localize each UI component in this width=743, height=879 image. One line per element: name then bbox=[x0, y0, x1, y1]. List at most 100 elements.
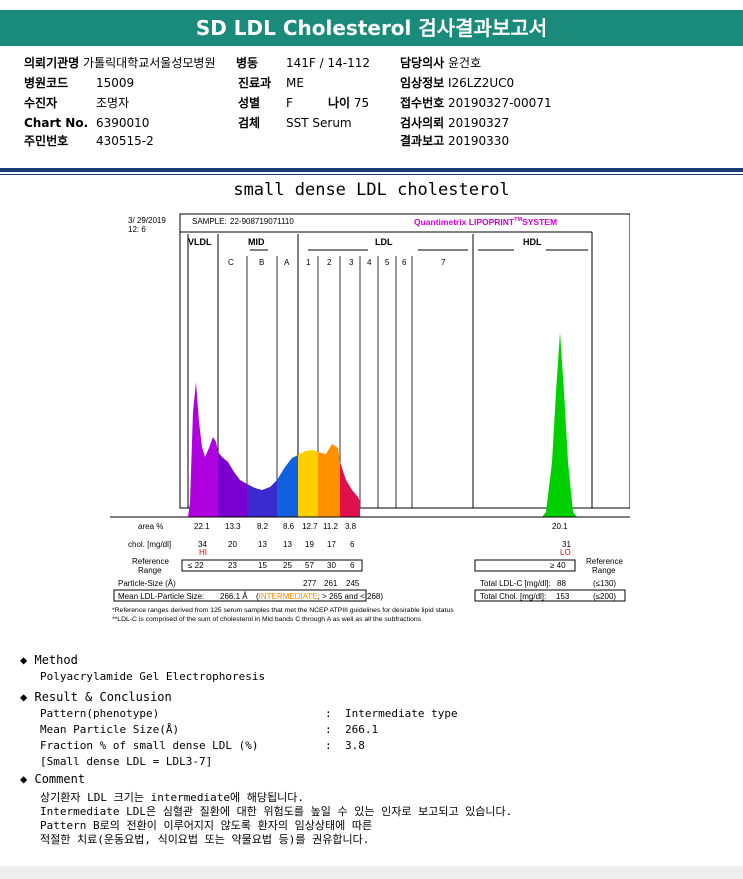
footer-bar bbox=[0, 866, 743, 879]
specimen-label: 검체 bbox=[238, 116, 261, 130]
result-label-pattern: Pattern(phenotype) bbox=[40, 707, 160, 720]
collector-label: 수진자 bbox=[24, 96, 58, 110]
chol-ldl2: 17 bbox=[327, 540, 336, 549]
run-time: 12: 6 bbox=[128, 225, 146, 234]
ref-vldl: ≤ 22 bbox=[188, 561, 204, 570]
chol-b: 13 bbox=[258, 540, 267, 549]
sex-label: 성별 bbox=[238, 96, 261, 110]
age-label: 나이 bbox=[328, 96, 351, 110]
band-c: C bbox=[228, 258, 234, 267]
result-colon: : bbox=[325, 707, 332, 720]
flag-lo: LO bbox=[560, 548, 571, 557]
ref-c: 23 bbox=[228, 561, 237, 570]
request-value: 20190327 bbox=[448, 116, 510, 130]
institution-value: 가톨릭대학교서울성모병원 bbox=[83, 56, 216, 70]
ref-ldl1: 57 bbox=[305, 561, 314, 570]
institution-label: 의뢰기관명 bbox=[24, 56, 80, 70]
peak-ldl-1 bbox=[298, 450, 318, 517]
band-5: 5 bbox=[385, 258, 390, 267]
area-vldl: 22.1 bbox=[194, 522, 210, 531]
request-label: 검사의뢰 bbox=[400, 116, 445, 130]
total-ldl-label: Total LDL-C [mg/dl]: bbox=[480, 579, 551, 588]
area-ldl2: 11.2 bbox=[323, 522, 339, 531]
band-1: 1 bbox=[306, 258, 311, 267]
ward-value: 141F / 14-112 bbox=[286, 56, 370, 70]
mean-size-class: (INTERMEDIATE; > 265 and < 268) bbox=[256, 592, 383, 601]
hospital-code-label: 병원코드 bbox=[24, 76, 69, 90]
chol-ldl1: 19 bbox=[305, 540, 314, 549]
result-colon: : bbox=[325, 739, 332, 752]
area-a: 8.6 bbox=[283, 522, 295, 531]
ref-b: 15 bbox=[258, 561, 267, 570]
group-hdl: HDL bbox=[523, 237, 542, 247]
band-6: 6 bbox=[402, 258, 407, 267]
area-ldl3: 3.8 bbox=[345, 522, 357, 531]
sample-id: 22-908719071110 bbox=[230, 217, 294, 226]
receipt-label: 접수번호 bbox=[400, 96, 445, 110]
lipoprint-report: .t { font-family:"Liberation Sans", sans… bbox=[110, 213, 630, 623]
ward-label: 병동 bbox=[236, 56, 259, 70]
band-a: A bbox=[284, 258, 290, 267]
chol-ldl3: 6 bbox=[350, 540, 355, 549]
diamond-icon: ◆ bbox=[20, 772, 28, 786]
chol-a: 13 bbox=[283, 540, 292, 549]
group-vldl: VLDL bbox=[188, 237, 212, 247]
total-ldl-ref: (≤130) bbox=[593, 579, 616, 588]
result-value-pattern: Intermediate type bbox=[345, 707, 458, 720]
ref-label-2: Range bbox=[138, 566, 162, 575]
mean-size-label: Mean LDL-Particle Size: bbox=[118, 592, 204, 601]
method-text: Polyacrylamide Gel Electrophoresis bbox=[40, 670, 266, 683]
diamond-icon: ◆ bbox=[20, 653, 28, 667]
ref-label-right-1: Reference bbox=[586, 557, 623, 566]
result-value-size: 266.1 bbox=[345, 723, 379, 736]
doctor-label: 담당의사 bbox=[400, 56, 445, 70]
department-value: ME bbox=[286, 76, 304, 90]
peak-ldl-2 bbox=[318, 444, 340, 517]
doctor-value: 윤건호 bbox=[448, 56, 482, 70]
age-value: 75 bbox=[353, 96, 370, 110]
result-colon: : bbox=[325, 723, 332, 736]
group-ldl: LDL bbox=[375, 237, 393, 247]
id-value: 430515-2 bbox=[96, 134, 154, 148]
diamond-icon: ◆ bbox=[20, 690, 28, 704]
run-date: 3/ 29/2019 bbox=[128, 216, 166, 225]
result-note: [Small dense LDL = LDL3-7] bbox=[40, 755, 213, 768]
id-label: 주민번호 bbox=[24, 134, 69, 148]
ref-ldl2: 30 bbox=[327, 561, 336, 570]
sample-label: SAMPLE: bbox=[192, 217, 227, 226]
ref-label-1: Reference bbox=[132, 557, 169, 566]
ref-hdl: ≥ 40 bbox=[550, 561, 566, 570]
ref-ldl3: 6 bbox=[350, 561, 355, 570]
method-heading: ◆ Method bbox=[20, 653, 78, 667]
result-heading: ◆ Result & Conclusion bbox=[20, 690, 172, 704]
chol-c: 20 bbox=[228, 540, 237, 549]
chol-row-label: chol. [mg/dl] bbox=[128, 540, 171, 549]
result-label-size: Mean Particle Size(Å) bbox=[40, 723, 180, 736]
receipt-value: 20190327-00071 bbox=[448, 96, 552, 110]
area-ldl1: 12.7 bbox=[302, 522, 318, 531]
total-chol-value: 153 bbox=[556, 592, 570, 601]
ref-a: 25 bbox=[283, 561, 292, 570]
clinical-label: 임상정보 bbox=[400, 76, 445, 90]
chart-value: 6390010 bbox=[96, 116, 150, 130]
specimen-value: SST Serum bbox=[286, 116, 352, 130]
total-chol-label: Total Chol. [mg/dl]: bbox=[480, 592, 546, 601]
area-row-label: area % bbox=[138, 522, 163, 531]
footnote-2: **LDL-C is comprised of the sum of chole… bbox=[112, 616, 422, 623]
band-b: B bbox=[259, 258, 264, 267]
result-label-fraction: Fraction % of small dense LDL (%) bbox=[40, 739, 259, 752]
particle-ldl3: 245 bbox=[346, 579, 360, 588]
hospital-code-value: 15009 bbox=[96, 76, 135, 90]
clinical-value: I26LZ2UC0 bbox=[448, 76, 515, 90]
sex-value: F bbox=[286, 96, 293, 110]
group-mid: MID bbox=[248, 237, 265, 247]
comment-line: 적절한 치료(운동요법, 식이요법 또는 약물요법 등)를 권유합니다. bbox=[40, 833, 370, 846]
result-value-fraction: 3.8 bbox=[345, 739, 365, 752]
total-chol-ref: (≤200) bbox=[593, 592, 616, 601]
department-label: 진료과 bbox=[238, 76, 272, 90]
band-3: 3 bbox=[349, 258, 354, 267]
report-label: 결과보고 bbox=[400, 134, 445, 148]
collector-value: 조명자 bbox=[96, 96, 130, 110]
lipoprint-brand: Quantimetrix LIPOPRINTTMSYSTEM bbox=[414, 217, 557, 227]
report-value: 20190330 bbox=[448, 134, 510, 148]
